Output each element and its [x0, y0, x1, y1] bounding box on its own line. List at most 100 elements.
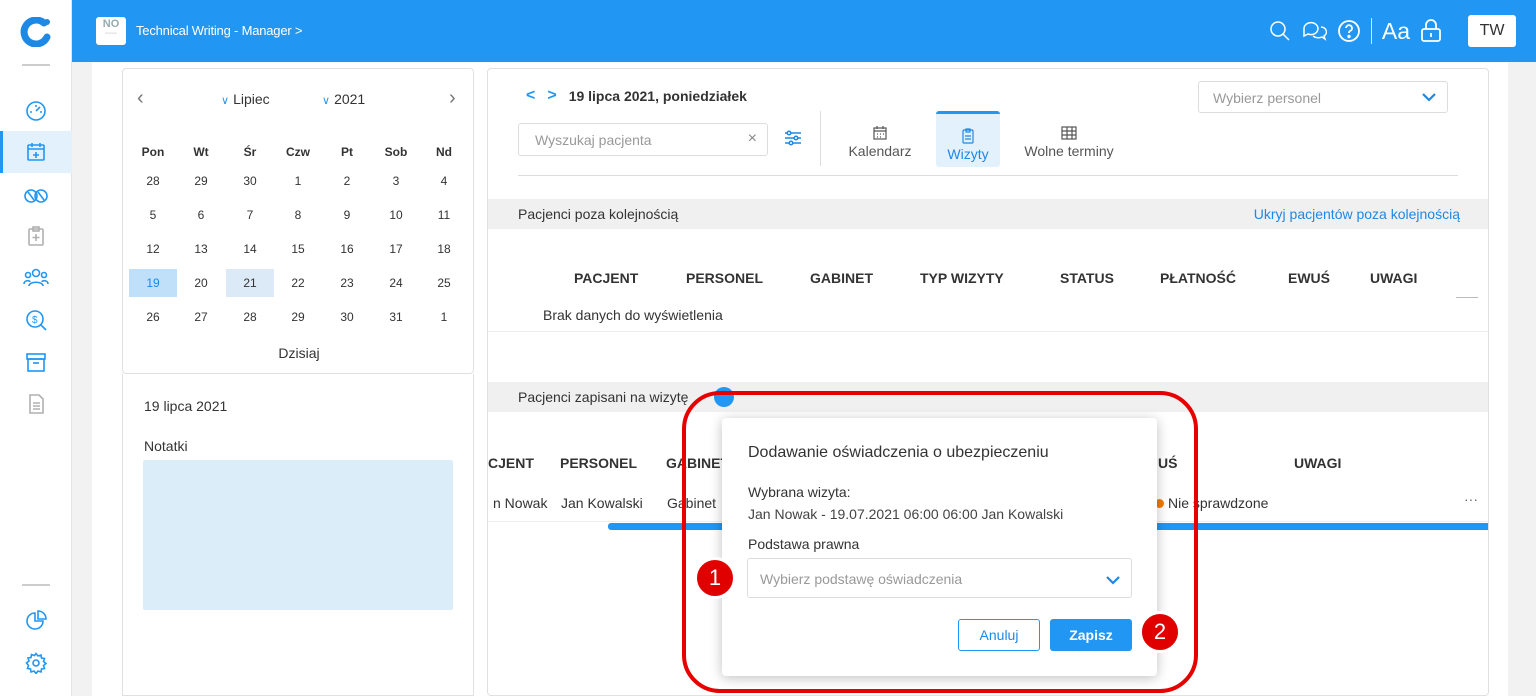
calendar-icon [873, 126, 887, 140]
clipboard-icon [962, 128, 974, 144]
prev-day-chevron-left-icon[interactable]: < [526, 87, 535, 105]
next-month-chevron-right-icon[interactable]: › [449, 87, 456, 110]
calendar-day[interactable]: 17 [372, 235, 420, 263]
divider [518, 175, 1458, 176]
calendar-day[interactable]: 12 [129, 235, 177, 263]
column-header-patient[interactable]: CJENT [488, 455, 534, 471]
nav-calendar-icon[interactable] [0, 131, 72, 173]
calendar-day[interactable]: 15 [274, 235, 322, 263]
column-header[interactable]: TYP WIZYTY [920, 270, 1004, 286]
calendar-day[interactable]: 13 [177, 235, 225, 263]
calendar-day[interactable]: 8 [274, 201, 322, 229]
column-resize-handle[interactable] [1456, 297, 1478, 298]
font-size-toggle[interactable]: Aa [1382, 18, 1410, 45]
next-day-chevron-right-icon[interactable]: > [547, 87, 556, 105]
calendar-day[interactable]: 19 [129, 269, 177, 297]
calendar-day[interactable]: 11 [420, 201, 468, 229]
column-header-ewus[interactable]: UŚ [1158, 455, 1177, 471]
calendar-day[interactable]: 9 [323, 201, 371, 229]
hide-out-of-queue-link[interactable]: Ukryj pacjentów poza kolejnością [1254, 206, 1460, 222]
cell-patient[interactable]: n Nowak [493, 495, 547, 511]
app-logo-icon[interactable] [20, 16, 52, 50]
today-button[interactable]: Dzisiaj [123, 345, 475, 361]
save-button[interactable]: Zapisz [1050, 619, 1132, 651]
calendar-day[interactable]: 27 [177, 303, 225, 331]
nav-users-icon[interactable] [0, 257, 72, 299]
calendar-day[interactable]: 7 [226, 201, 274, 229]
column-header[interactable]: UWAGI [1370, 270, 1417, 286]
calendar-day[interactable]: 14 [226, 235, 274, 263]
calendar-day[interactable]: 3 [372, 167, 420, 195]
calendar-day[interactable]: 22 [274, 269, 322, 297]
nav-finance-search-icon[interactable]: $ [0, 299, 72, 341]
calendar-day[interactable]: 21 [226, 269, 274, 297]
step-marker-2: 2 [1139, 611, 1181, 653]
cancel-button[interactable]: Anuluj [958, 619, 1040, 651]
calendar-day[interactable]: 23 [323, 269, 371, 297]
month-label: Lipiec [233, 91, 270, 107]
staff-select-placeholder: Wybierz personel [1213, 90, 1322, 106]
calendar-day[interactable]: 30 [323, 303, 371, 331]
calendar-day[interactable]: 2 [323, 167, 371, 195]
tab-label: Wizyty [947, 146, 989, 162]
calendar-day[interactable]: 1 [420, 303, 468, 331]
nav-pills-icon[interactable] [0, 173, 72, 215]
breadcrumb[interactable]: Technical Writing - Manager > [136, 23, 302, 38]
column-header[interactable]: GABINET [810, 270, 873, 286]
calendar-day[interactable]: 6 [177, 201, 225, 229]
nav-dashboard-icon[interactable] [0, 89, 72, 131]
calendar-day[interactable]: 5 [129, 201, 177, 229]
legal-basis-select[interactable]: Wybierz podstawę oświadczenia [747, 558, 1132, 598]
nav-reports-pie-icon[interactable] [0, 600, 72, 642]
calendar-day[interactable]: 29 [177, 167, 225, 195]
column-header-room[interactable]: GABINET [666, 455, 729, 471]
year-select[interactable]: ∨ 2021 [322, 91, 365, 107]
calendar-day[interactable]: 28 [129, 167, 177, 195]
filter-sliders-icon[interactable] [784, 129, 802, 150]
tab-visits[interactable]: Wizyty [936, 111, 1000, 167]
lock-icon[interactable] [1420, 19, 1442, 43]
calendar-day[interactable]: 18 [420, 235, 468, 263]
calendar-day[interactable]: 28 [226, 303, 274, 331]
calendar-day[interactable]: 4 [420, 167, 468, 195]
calendar-day[interactable]: 31 [372, 303, 420, 331]
column-header-notes[interactable]: UWAGI [1294, 455, 1341, 471]
calendar-day[interactable]: 20 [177, 269, 225, 297]
calendar-day[interactable]: 16 [323, 235, 371, 263]
nav-archive-icon[interactable] [0, 341, 72, 383]
tab-free-slots[interactable]: Wolne terminy [1014, 111, 1124, 167]
tab-calendar[interactable]: Kalendarz [838, 111, 922, 167]
notes-textarea[interactable] [143, 460, 453, 610]
calendar-day[interactable]: 24 [372, 269, 420, 297]
row-more-options-icon[interactable]: ··· [1464, 491, 1478, 507]
nav-clipboard-icon[interactable] [0, 215, 72, 257]
search-icon[interactable] [1269, 20, 1291, 42]
prev-month-chevron-left-icon[interactable]: ‹ [137, 87, 144, 110]
column-header-staff[interactable]: PERSONEL [560, 455, 637, 471]
info-badge[interactable] [714, 387, 734, 407]
clear-search-close-icon[interactable]: × [748, 130, 757, 148]
calendar-day[interactable]: 26 [129, 303, 177, 331]
nav-settings-gear-icon[interactable] [0, 642, 72, 684]
calendar-day[interactable]: 10 [372, 201, 420, 229]
column-header[interactable]: EWUŚ [1288, 270, 1330, 286]
column-header[interactable]: STATUS [1060, 270, 1114, 286]
calendar-day[interactable]: 29 [274, 303, 322, 331]
column-header[interactable]: PŁATNOŚĆ [1160, 270, 1236, 286]
chevron-down-icon: ∨ [221, 95, 230, 107]
month-select[interactable]: ∨ Lipiec [221, 91, 270, 107]
chat-icon[interactable] [1301, 20, 1327, 42]
column-header[interactable]: PERSONEL [686, 270, 763, 286]
column-header[interactable]: PACJENT [574, 270, 638, 286]
weekday-header: Pt [341, 145, 353, 159]
nav-document-icon[interactable] [0, 383, 72, 425]
calendar-day[interactable]: 25 [420, 269, 468, 297]
help-icon[interactable] [1337, 19, 1361, 43]
mini-calendar: ‹ ∨ Lipiec ∨ 2021 › Pon Wt Śr Czw Pt Sob Nd 28 29… [122, 68, 474, 374]
user-avatar[interactable]: TW [1468, 15, 1516, 47]
calendar-day[interactable]: 30 [226, 167, 274, 195]
weekday-header: Sob [384, 145, 408, 159]
staff-select[interactable]: Wybierz personel [1198, 81, 1448, 113]
calendar-day[interactable]: 1 [274, 167, 322, 195]
patient-search-input[interactable]: Wyszukaj pacjenta × [518, 123, 768, 156]
